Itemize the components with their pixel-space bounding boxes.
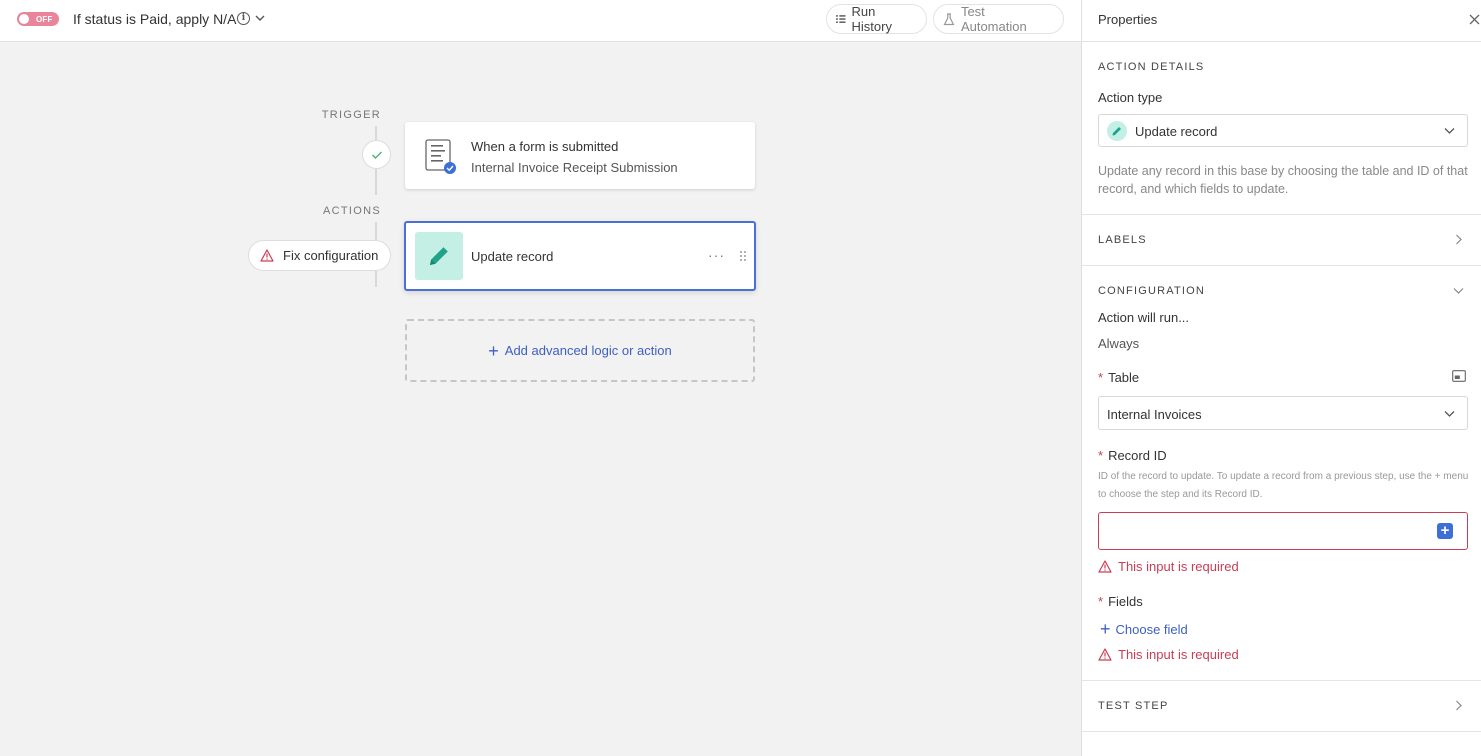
required-marker: * bbox=[1098, 370, 1104, 385]
fields-error: This input is required bbox=[1098, 647, 1239, 662]
properties-panel: Properties ACTION DETAILS Action type Up… bbox=[1081, 0, 1481, 756]
connector-line bbox=[375, 169, 377, 195]
action-will-run-label: Action will run... bbox=[1098, 310, 1190, 325]
action-details-heading: ACTION DETAILS bbox=[1098, 61, 1205, 73]
trigger-card[interactable]: When a form is submitted Internal Invoic… bbox=[405, 122, 755, 189]
pencil-icon bbox=[1107, 121, 1127, 141]
toggle-label: OFF bbox=[36, 14, 53, 24]
automation-title[interactable]: If status is Paid, apply N/A bbox=[73, 11, 236, 27]
add-action-label: Add advanced logic or action bbox=[504, 343, 672, 358]
expand-table-icon[interactable] bbox=[1452, 370, 1466, 382]
drag-handle-icon[interactable] bbox=[739, 250, 747, 262]
pencil-icon bbox=[430, 247, 448, 265]
chevron-right-icon[interactable] bbox=[1455, 234, 1463, 245]
automation-toggle[interactable]: OFF bbox=[17, 12, 59, 26]
chevron-right-icon[interactable] bbox=[1455, 700, 1463, 711]
add-token-button[interactable]: + bbox=[1437, 523, 1453, 539]
record-id-error: This input is required bbox=[1098, 559, 1239, 574]
labels-heading[interactable]: LABELS bbox=[1098, 234, 1147, 246]
close-icon[interactable] bbox=[1469, 14, 1480, 25]
action-will-run-value: Always bbox=[1098, 336, 1140, 351]
plus-icon: + bbox=[488, 340, 499, 361]
more-options-icon[interactable]: ··· bbox=[708, 247, 725, 263]
check-icon bbox=[371, 151, 382, 159]
table-label-text: Table bbox=[1108, 370, 1140, 385]
chevron-down-icon bbox=[1444, 411, 1455, 417]
fields-error-text: This input is required bbox=[1118, 647, 1239, 662]
trigger-status bbox=[362, 140, 391, 169]
info-icon[interactable]: i bbox=[237, 12, 250, 25]
configuration-heading[interactable]: CONFIGURATION bbox=[1098, 285, 1205, 297]
connector-line bbox=[375, 126, 377, 140]
choose-field-label: Choose field bbox=[1115, 621, 1188, 637]
chevron-down-icon[interactable] bbox=[1453, 287, 1464, 295]
fix-configuration-label: Fix configuration bbox=[283, 248, 379, 263]
fields-label: * Fields bbox=[1098, 594, 1143, 609]
table-select[interactable]: Internal Invoices bbox=[1098, 396, 1468, 430]
trigger-section-label: TRIGGER bbox=[321, 109, 381, 121]
divider bbox=[1082, 731, 1481, 732]
plus-icon: + bbox=[1100, 619, 1111, 639]
action-type-select[interactable]: Update record bbox=[1098, 114, 1468, 147]
run-history-label: Run History bbox=[851, 4, 892, 34]
fields-label-text: Fields bbox=[1108, 594, 1143, 609]
warning-icon bbox=[1098, 648, 1112, 661]
action-type-label: Action type bbox=[1098, 90, 1163, 105]
record-id-description: ID of the record to update. To update a … bbox=[1098, 471, 1469, 500]
connector-line bbox=[375, 222, 377, 240]
form-icon bbox=[425, 139, 456, 174]
trigger-subtitle: Internal Invoice Receipt Submission bbox=[471, 160, 678, 175]
action-card-update-record[interactable]: Update record ··· bbox=[404, 221, 756, 291]
run-history-button[interactable]: Run History bbox=[826, 4, 927, 34]
required-marker: * bbox=[1098, 448, 1104, 463]
panel-title: Properties bbox=[1098, 12, 1158, 27]
table-value: Internal Invoices bbox=[1107, 407, 1202, 422]
action-icon-box bbox=[415, 232, 463, 280]
test-automation-button[interactable]: Test Automation bbox=[933, 4, 1064, 34]
chevron-down-icon bbox=[1444, 128, 1455, 134]
toggle-knob bbox=[19, 14, 29, 24]
choose-field-button[interactable]: + Choose field bbox=[1100, 620, 1188, 638]
action-type-value: Update record bbox=[1135, 124, 1218, 139]
record-id-input[interactable]: + bbox=[1098, 512, 1468, 550]
flask-icon bbox=[943, 12, 955, 25]
divider bbox=[1082, 265, 1481, 266]
warning-icon bbox=[1098, 560, 1112, 573]
add-action-button[interactable]: + Add advanced logic or action bbox=[405, 319, 755, 382]
action-type-description: Update any record in this base by choosi… bbox=[1098, 164, 1468, 196]
warning-icon bbox=[260, 249, 274, 262]
automation-canvas: TRIGGER ACTIONS Fix configuration When a… bbox=[0, 42, 1081, 756]
divider bbox=[1082, 680, 1481, 681]
connector-line bbox=[375, 271, 377, 287]
table-label: * Table bbox=[1098, 370, 1139, 385]
test-step-heading[interactable]: TEST STEP bbox=[1098, 700, 1169, 712]
record-id-label-text: Record ID bbox=[1108, 448, 1167, 463]
test-automation-label: Test Automation bbox=[960, 4, 1027, 34]
divider bbox=[1082, 214, 1481, 215]
automation-header: OFF If status is Paid, apply N/A i Run H… bbox=[0, 0, 1081, 42]
list-icon bbox=[836, 15, 846, 23]
actions-section-label: ACTIONS bbox=[323, 205, 381, 217]
properties-header: Properties bbox=[1082, 0, 1481, 42]
chevron-down-icon[interactable] bbox=[254, 12, 266, 24]
record-id-error-text: This input is required bbox=[1118, 559, 1239, 574]
record-id-label: * Record ID bbox=[1098, 448, 1167, 463]
fix-configuration-button[interactable]: Fix configuration bbox=[248, 240, 391, 271]
action-title: Update record bbox=[471, 249, 554, 264]
trigger-title: When a form is submitted bbox=[471, 139, 619, 154]
required-marker: * bbox=[1098, 594, 1104, 609]
